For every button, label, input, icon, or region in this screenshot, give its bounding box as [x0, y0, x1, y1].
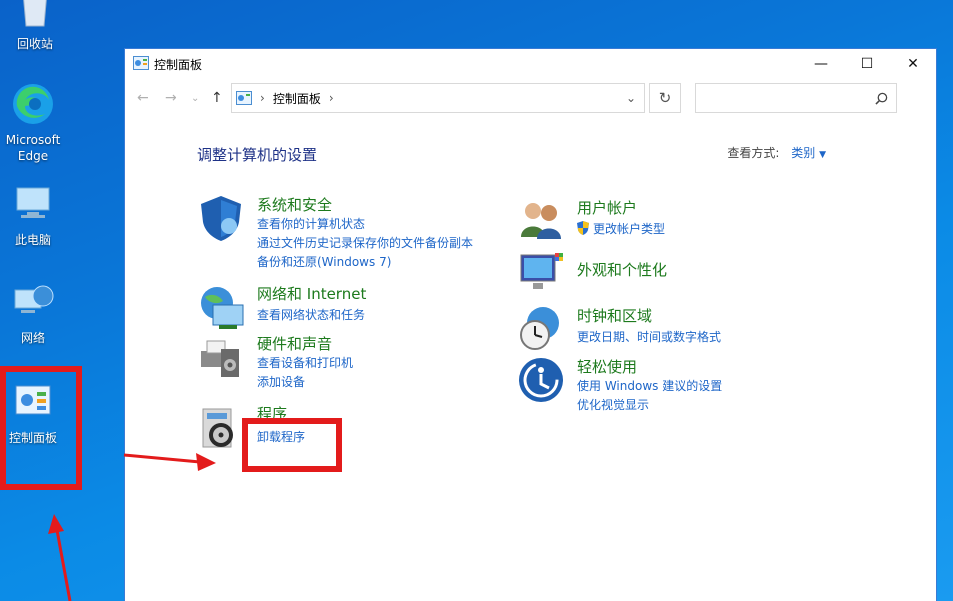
uac-shield-icon: [577, 221, 589, 235]
page-heading: 调整计算机的设置: [197, 146, 318, 164]
close-icon: ✕: [907, 56, 919, 72]
view-by: 查看方式: 类别 ▼: [727, 144, 826, 161]
up-arrow-icon[interactable]: ↑: [211, 90, 223, 106]
category-link[interactable]: 备份和还原(Windows 7): [257, 253, 391, 270]
highlight-box-uninstall-program: [242, 418, 342, 472]
category-clock-region: 时钟和区域 更改日期、时间或数字格式: [517, 305, 817, 353]
category-system-security: 系统和安全 查看你的计算机状态 通过文件历史记录保存你的文件备份副本 备份和还原…: [197, 194, 497, 274]
computer-icon: [16, 187, 50, 218]
category-title[interactable]: 外观和个性化: [577, 259, 667, 280]
chevron-right-icon: ›: [328, 91, 334, 105]
dropdown-triangle-icon[interactable]: ▼: [819, 150, 826, 160]
refresh-icon: ↻: [658, 89, 672, 107]
programs-disc-icon: [202, 408, 233, 448]
category-title[interactable]: 网络和 Internet: [257, 283, 366, 304]
category-link[interactable]: 更改帐户类型: [593, 220, 665, 237]
chevron-right-icon: ›: [260, 91, 265, 105]
shield-icon: [201, 196, 241, 241]
category-title[interactable]: 用户帐户: [577, 197, 637, 218]
desktop-label-recycle-bin: 回收站: [16, 37, 53, 51]
back-arrow-icon[interactable]: ←: [137, 90, 149, 106]
users-icon: [521, 203, 561, 239]
address-dropdown-icon[interactable]: ⌄: [626, 91, 636, 105]
desktop-icon-recycle-bin[interactable]: 回收站: [0, 0, 70, 52]
maximize-icon: ☐: [860, 56, 874, 72]
category-appearance: 外观和个性化: [517, 249, 817, 297]
category-link[interactable]: 查看你的计算机状态: [257, 215, 365, 232]
recent-locations-icon[interactable]: ⌄: [191, 93, 199, 104]
close-button[interactable]: ✕: [890, 49, 936, 79]
category-link[interactable]: 添加设备: [257, 373, 305, 390]
desktop-label-network: 网络: [20, 331, 45, 345]
desktop-icon-network[interactable]: 网络: [0, 280, 68, 346]
clock-globe-icon: [520, 307, 559, 350]
desktop-icon-this-pc[interactable]: 此电脑: [0, 182, 68, 248]
window-title: 控制面板: [154, 58, 203, 72]
category-ease-of-access: 轻松使用 使用 Windows 建议的设置 优化视觉显示: [517, 356, 817, 412]
category-title[interactable]: 轻松使用: [577, 356, 637, 377]
category-link[interactable]: 使用 Windows 建议的设置: [577, 377, 722, 394]
desktop-label-this-pc: 此电脑: [14, 233, 51, 247]
highlight-box-desktop-control-panel: [0, 366, 82, 490]
desktop-icon-edge[interactable]: Microsoft Edge: [0, 82, 68, 164]
maximize-button[interactable]: ☐: [844, 49, 890, 79]
category-title[interactable]: 系统和安全: [257, 194, 332, 215]
ease-of-access-icon: [519, 358, 563, 402]
search-input[interactable]: [700, 85, 870, 111]
category-title[interactable]: 硬件和声音: [257, 333, 332, 354]
category-link[interactable]: 通过文件历史记录保存你的文件备份副本: [257, 234, 473, 251]
category-link[interactable]: 更改日期、时间或数字格式: [577, 328, 721, 345]
desktop-label-edge: Microsoft Edge: [5, 133, 61, 163]
address-bar[interactable]: › 控制面板 › ⌄: [231, 83, 645, 113]
category-link[interactable]: 查看网络状态和任务: [257, 306, 365, 323]
navigation-bar: ← → ⌄ ↑ › 控制面板 › ⌄ ↻: [125, 83, 936, 115]
control-panel-window: 控制面板 — ☐ ✕ ← → ⌄ ↑ › 控制面板 › ⌄ ↻ 调整计算机的设置…: [124, 48, 937, 601]
control-panel-small-icon: [133, 56, 149, 70]
category-hardware-sound: 硬件和声音 查看设备和打印机 添加设备: [197, 333, 497, 389]
category-link[interactable]: 优化视觉显示: [577, 396, 649, 413]
title-bar[interactable]: 控制面板 — ☐ ✕: [125, 49, 936, 79]
view-by-dropdown[interactable]: 类别: [791, 146, 815, 160]
category-network-internet: 网络和 Internet 查看网络状态和任务: [197, 283, 497, 331]
view-by-label: 查看方式:: [727, 146, 780, 160]
appearance-monitor-icon: [520, 253, 563, 289]
category-user-accounts: 用户帐户 更改帐户类型: [517, 197, 817, 241]
recycle-bin-icon: [23, 0, 47, 27]
minimize-icon: —: [814, 56, 828, 72]
arrow-to-control-panel: [48, 514, 72, 601]
minimize-button[interactable]: —: [798, 49, 844, 79]
control-panel-small-icon: [236, 91, 252, 105]
network-globe-icon: [201, 287, 244, 329]
refresh-button[interactable]: ↻: [649, 83, 681, 113]
network-icon: [14, 285, 54, 313]
search-icon[interactable]: [875, 92, 888, 105]
printer-icon: [201, 340, 239, 377]
category-title[interactable]: 时钟和区域: [577, 305, 652, 326]
forward-arrow-icon[interactable]: →: [165, 90, 177, 106]
edge-icon: [13, 84, 53, 124]
category-link[interactable]: 查看设备和打印机: [257, 354, 353, 371]
search-box[interactable]: [695, 83, 897, 113]
address-path[interactable]: 控制面板: [273, 90, 321, 107]
